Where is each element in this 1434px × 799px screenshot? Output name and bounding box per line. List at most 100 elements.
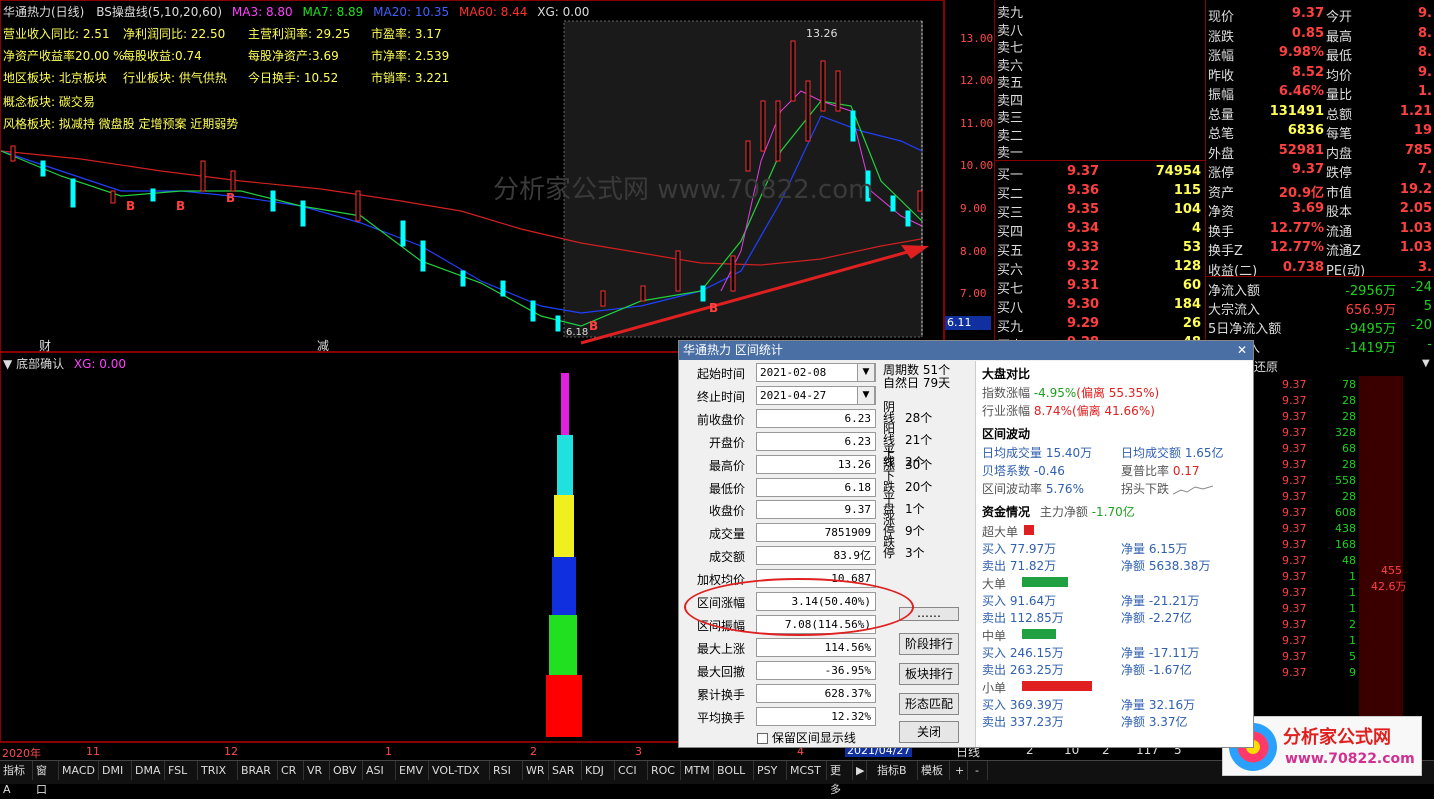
quote-label: 外盘 [1208, 146, 1235, 162]
buy-level-price: 9.34 [1067, 221, 1100, 236]
toolbar-tab-0[interactable]: 指标A [0, 761, 33, 796]
toolbar-tab-12[interactable]: EMV [396, 761, 429, 780]
money-bar [1024, 525, 1034, 535]
dialog-button-2[interactable]: 板块排行 [899, 663, 959, 685]
toolbar-tab-7[interactable]: BRAR [238, 761, 278, 780]
fund-row-4: 概念板块: 碳交易 [3, 95, 95, 109]
field-value-5[interactable]: 6.18 [756, 477, 876, 497]
tick-header: 还原 [1254, 360, 1279, 374]
buy-level-price: 9.36 [1067, 183, 1100, 198]
quote-value: 131491 [1269, 103, 1324, 119]
minus-icon[interactable]: - [972, 761, 988, 780]
price-tick: 9.00 [960, 202, 987, 215]
flow-value-2: -24 [1410, 280, 1432, 295]
close-icon[interactable]: ✕ [1237, 341, 1247, 360]
price-tick: 7.00 [960, 287, 987, 300]
chart-title-row: 华通热力(日线) BS操盘线(5,10,20,60) MA3: 8.80 MA7… [3, 3, 589, 20]
sharpe: 夏普比率 0.17 [1121, 464, 1200, 478]
quote-value: 12.77% [1269, 220, 1324, 236]
dialog-titlebar[interactable]: 华通热力 区间统计 ✕ [679, 341, 1253, 360]
money-sell: 卖出 337.23万 [982, 715, 1064, 729]
fund-row-1: 营业收入同比: 2.51 净利润同比: 22.50 主营利润率: 29.25 市盈率:… [3, 27, 442, 41]
money-net: 净量 -21.21万 [1121, 594, 1200, 608]
toolbar-tab-8[interactable]: CR [278, 761, 304, 780]
tick-scroll-arrow[interactable]: ▼ [1422, 358, 1430, 369]
quote-label-2: 流通Z [1326, 244, 1361, 259]
toolbar-tab-9[interactable]: VR [304, 761, 330, 780]
date-dropdown-icon[interactable]: ▼ [857, 385, 875, 405]
field-value-6[interactable]: 9.37 [756, 500, 876, 520]
toolbar-tab-18[interactable]: CCI [615, 761, 648, 780]
toolbar-tab-16[interactable]: SAR [549, 761, 582, 780]
toolbar-tab-13[interactable]: VOL-TDX [429, 761, 490, 780]
industry-change: 行业涨幅 8.74%(偏离 41.66%) [982, 404, 1155, 418]
collapse-icon[interactable]: ▼ [3, 357, 12, 371]
field-value-13[interactable]: -36.95% [756, 660, 876, 680]
toolbar-tab-22[interactable]: PSY [754, 761, 787, 780]
field-value-2[interactable]: 6.23 [756, 408, 876, 428]
toolbar-tab-3[interactable]: DMI [99, 761, 132, 780]
toolbar-right-0[interactable]: 指标B [874, 761, 918, 780]
dialog-button-3[interactable]: 形态匹配 [899, 693, 959, 715]
toolbar-tab-23[interactable]: MCST [787, 761, 827, 780]
move-stats: 上涨 30个 下跌 20个 平盘 1个 涨停 9个 跌停 3个 [883, 448, 932, 559]
toolbar-tab-11[interactable]: ASI [363, 761, 396, 780]
tick-price: 9.37 [1282, 666, 1307, 679]
toolbar-tab-5[interactable]: FSL [165, 761, 198, 780]
field-label: 最大上涨 [697, 641, 746, 656]
toolbar-tab-21[interactable]: BOLL [714, 761, 754, 780]
toolbar-tab-2[interactable]: MACD [59, 761, 99, 780]
kline-chart[interactable]: 分析家公式网 www.70822.com 华通热力(日线) BS操盘线(5,10… [0, 0, 944, 353]
price-tick: 8.00 [960, 245, 987, 258]
quote-value-2: 1.03 [1399, 220, 1432, 236]
toolbar-more-arrow[interactable]: ▶ [853, 761, 867, 780]
toolbar-tab-24[interactable]: 更多 [827, 761, 853, 796]
dialog-button-4[interactable]: 关闭 [899, 721, 959, 743]
tick-volume: 558 [1335, 474, 1356, 487]
field-value-8[interactable]: 83.9亿 [756, 546, 876, 566]
field-value-3[interactable]: 6.23 [756, 431, 876, 451]
toolbar-tab-4[interactable]: DMA [132, 761, 165, 780]
sell-level-9: 卖九 [997, 6, 1024, 21]
sell-level-5: 卖五 [997, 76, 1024, 91]
quote-value-2: 2.05 [1399, 201, 1432, 216]
quote-label-2: 均价 [1326, 68, 1353, 84]
quote-value: 20.9亿 [1278, 185, 1324, 201]
tick-price: 9.37 [1282, 458, 1307, 471]
toolbar-tab-14[interactable]: RSI [490, 761, 523, 780]
dialog-button-1[interactable]: 阶段排行 [899, 633, 959, 655]
field-value-4[interactable]: 13.26 [756, 454, 876, 474]
toolbar-tab-20[interactable]: MTM [681, 761, 714, 780]
money-net: 净量 6.15万 [1121, 542, 1188, 556]
quote-label-2: 内盘 [1326, 146, 1353, 162]
money-net: 净量 -17.11万 [1121, 646, 1200, 660]
keep-line-checkbox[interactable]: 保留区间显示线 [757, 729, 856, 746]
add-icon[interactable]: + [952, 761, 968, 780]
toolbar-tab-6[interactable]: TRIX [198, 761, 238, 780]
buy-level-volume: 60 [1182, 278, 1201, 293]
toolbar-tab-17[interactable]: KDJ [582, 761, 615, 780]
toolbar-tab-19[interactable]: ROC [648, 761, 681, 780]
toolbar-tab-10[interactable]: OBV [330, 761, 363, 780]
buy-level-volume: 74954 [1155, 164, 1201, 179]
field-label: 收盘价 [708, 504, 745, 519]
toolbar-tab-1[interactable]: 窗口 [33, 761, 59, 796]
indicator-name[interactable]: BS操盘线(5,10,20,60) [96, 5, 222, 19]
quote-label: 振幅 [1208, 88, 1235, 103]
quote-value: 9.98% [1278, 45, 1324, 60]
date-dropdown-icon[interactable]: ▼ [857, 363, 875, 382]
field-value-12[interactable]: 114.56% [756, 637, 876, 657]
tick-price: 9.37 [1282, 586, 1307, 599]
field-value-14[interactable]: 628.37% [756, 683, 876, 703]
toolbar-tab-15[interactable]: WR [523, 761, 549, 780]
price-tick: 13.00 [960, 32, 994, 45]
field-value-7[interactable]: 7851909 [756, 523, 876, 543]
stock-title[interactable]: 华通热力(日线) [3, 5, 84, 19]
tick-price: 9.37 [1282, 634, 1307, 647]
toolbar-right-1[interactable]: 模板 [918, 761, 950, 780]
flow-label: 净流入额 [1208, 284, 1261, 299]
quote-value-2: 3. [1418, 259, 1432, 275]
quote-value-2: 9. [1418, 64, 1432, 80]
tick-price: 9.37 [1282, 426, 1307, 439]
field-value-15[interactable]: 12.32% [756, 706, 876, 726]
